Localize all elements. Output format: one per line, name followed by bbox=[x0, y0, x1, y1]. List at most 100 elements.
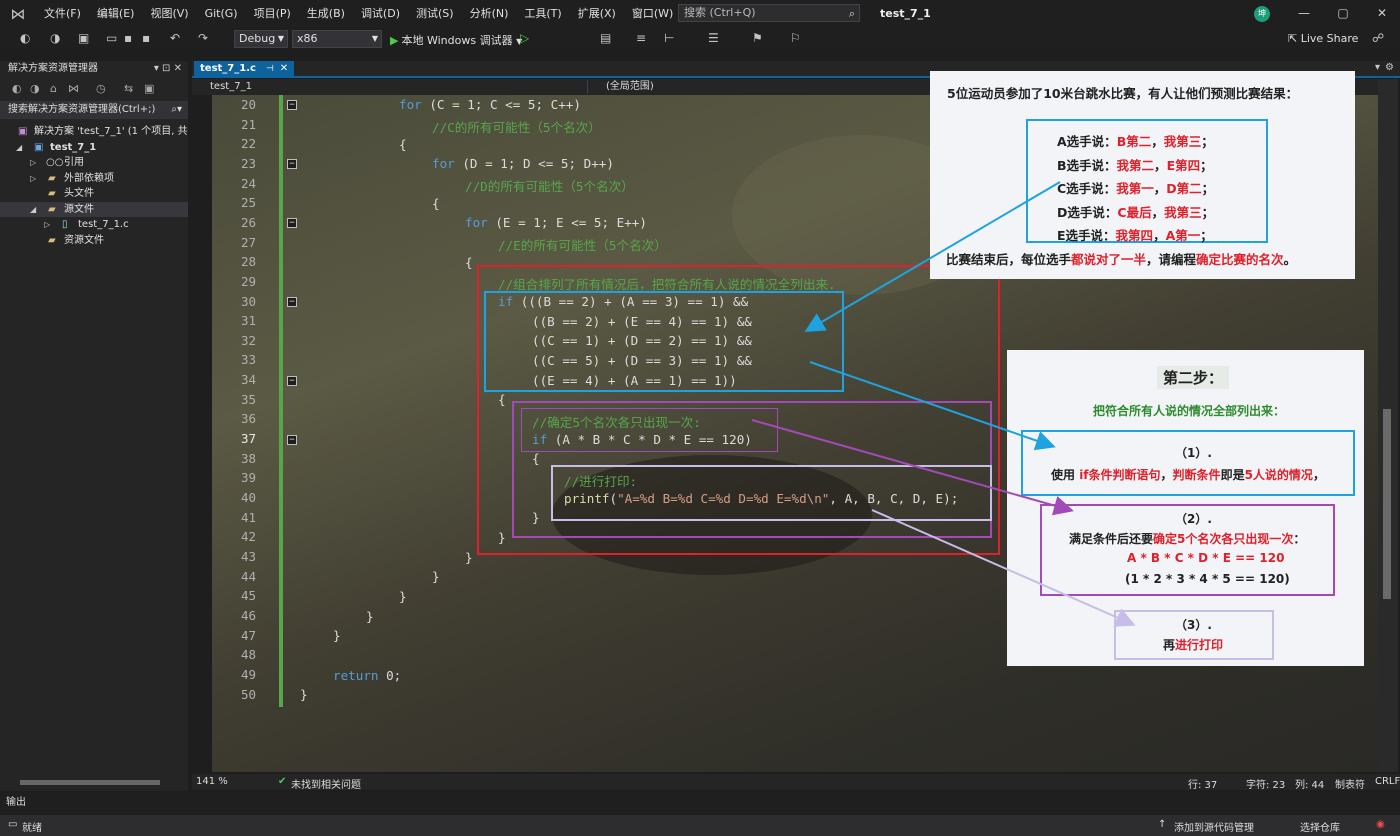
code-line-43[interactable]: } bbox=[465, 550, 473, 565]
code-line-24[interactable]: //D的所有可能性（5个名次） bbox=[465, 176, 634, 195]
pin-icon[interactable]: ⊣ bbox=[266, 64, 274, 74]
save-icon[interactable]: ▪ bbox=[124, 31, 132, 45]
code-line-28[interactable]: { bbox=[465, 255, 473, 270]
zoom-level[interactable]: 141 % bbox=[196, 776, 228, 787]
problem-panel: 5位运动员参加了10米台跳水比赛，有人让他们预测比赛结果： A选手说：B第二，我… bbox=[930, 71, 1355, 279]
redo-icon[interactable]: ↷ bbox=[198, 31, 208, 45]
fold-toggle[interactable]: − bbox=[287, 376, 297, 386]
platform-select[interactable]: x86 ▼ bbox=[292, 30, 382, 48]
menu-analyze[interactable]: 分析(N) bbox=[462, 0, 517, 28]
menu-debug[interactable]: 调试(D) bbox=[353, 0, 408, 28]
maximize-icon[interactable]: ▢ bbox=[1335, 6, 1351, 20]
close-icon[interactable]: ✕ bbox=[1374, 6, 1390, 20]
feedback-icon[interactable]: ☍ bbox=[1372, 31, 1384, 45]
gear-icon[interactable]: ⚙ bbox=[1385, 62, 1394, 73]
config-select[interactable]: Debug ▼ bbox=[234, 30, 288, 48]
menu-project[interactable]: 项目(P) bbox=[246, 0, 299, 28]
history-icon[interactable]: ◷ bbox=[96, 82, 106, 95]
tree-item-external-deps[interactable]: ▷ ▰ 外部依赖项 bbox=[0, 171, 188, 187]
forward-icon[interactable]: ◑ bbox=[30, 82, 40, 95]
start-debugging-button[interactable]: ▶ 本地 Windows 调试器 ▼ bbox=[390, 32, 522, 48]
fold-toggle[interactable]: − bbox=[287, 100, 297, 110]
vs-icon[interactable]: ⋈ bbox=[68, 82, 79, 95]
tree-item-source-file[interactable]: ▷ ▯ test_7_1.c bbox=[0, 217, 188, 233]
menu-window[interactable]: 窗口(W) bbox=[624, 0, 681, 28]
tabs-indicator[interactable]: 制表符 bbox=[1335, 776, 1365, 791]
avatar[interactable]: 坤 bbox=[1254, 6, 1270, 22]
code-line-27[interactable]: //E的所有可能性（5个名次） bbox=[498, 235, 667, 254]
code-line-25[interactable]: { bbox=[432, 196, 440, 211]
comment-icon[interactable]: ☰ bbox=[708, 31, 719, 45]
step-1-box bbox=[1021, 430, 1355, 496]
panel-controls-icon[interactable]: ▾ ⊡ ✕ bbox=[154, 61, 182, 77]
code-line-22[interactable]: { bbox=[399, 137, 407, 152]
live-share-button[interactable]: ⇱ Live Share bbox=[1288, 32, 1358, 45]
search-input[interactable]: 搜索 (Ctrl+Q) ⌕ bbox=[678, 4, 860, 22]
select-repo-button[interactable]: 选择仓库 bbox=[1300, 819, 1340, 834]
browse-icon[interactable]: ▤ bbox=[600, 31, 611, 45]
home-icon[interactable]: ⌂ bbox=[50, 82, 57, 95]
code-line-47[interactable]: } bbox=[333, 628, 341, 643]
notification-icon[interactable]: ◉ bbox=[1376, 819, 1385, 830]
tab-test-7-1-c[interactable]: test_7_1.c ⊣ ✕ bbox=[194, 61, 295, 76]
collapse-icon[interactable]: ▣ bbox=[144, 82, 154, 95]
code-line-20[interactable]: for (C = 1; C <= 5; C++) bbox=[399, 97, 581, 112]
sync-icon[interactable]: ⇆ bbox=[124, 82, 133, 95]
line-number: 48 bbox=[240, 647, 256, 663]
back-icon[interactable]: ◐ bbox=[12, 82, 22, 95]
fold-toggle[interactable]: − bbox=[287, 297, 297, 307]
horizontal-scrollbar[interactable] bbox=[6, 777, 182, 787]
code-line-26[interactable]: for (E = 1; E <= 5; E++) bbox=[465, 215, 647, 230]
save-all-icon[interactable]: ▪ bbox=[142, 31, 150, 45]
code-line-44[interactable]: } bbox=[432, 569, 440, 584]
forward-icon[interactable]: ◑ bbox=[50, 31, 60, 45]
menu-test[interactable]: 测试(S) bbox=[408, 0, 462, 28]
solution-search-input[interactable]: 搜索解决方案资源管理器(Ctrl+;) ⌕▾ bbox=[0, 101, 188, 119]
project-nav-select[interactable]: test_7_1 bbox=[192, 80, 588, 94]
close-tab-icon[interactable]: ✕ bbox=[280, 63, 288, 74]
menu-view[interactable]: 视图(V) bbox=[142, 0, 196, 28]
undo-icon[interactable]: ↶ bbox=[170, 31, 180, 45]
code-line-45[interactable]: } bbox=[399, 589, 407, 604]
scrollbar-thumb[interactable] bbox=[1383, 409, 1391, 599]
minimize-icon[interactable]: — bbox=[1296, 6, 1312, 20]
new-project-icon[interactable]: ▣ bbox=[78, 31, 89, 45]
open-folder-icon[interactable]: ▭ bbox=[106, 31, 117, 45]
tree-item-solution[interactable]: ▣ 解决方案 'test_7_1' (1 个项目, 共 bbox=[0, 124, 188, 140]
code-line-46[interactable]: } bbox=[366, 609, 374, 624]
scope-nav-select[interactable]: (全局范围) bbox=[588, 80, 982, 94]
fold-toggle[interactable]: − bbox=[287, 435, 297, 445]
tab-overflow-icon[interactable]: ▾ bbox=[1375, 62, 1380, 73]
output-panel-header[interactable]: 输出 bbox=[0, 792, 1400, 814]
menu-git[interactable]: Git(G) bbox=[197, 0, 246, 28]
tree-item-project[interactable]: ◢ ▣ test_7_1 bbox=[0, 140, 188, 156]
tree-item-references[interactable]: ▷ ○○ 引用 bbox=[0, 155, 188, 171]
code-line-49[interactable]: return 0; bbox=[333, 668, 401, 683]
add-source-control-button[interactable]: 添加到源代码管理 bbox=[1174, 819, 1254, 834]
menu-tools[interactable]: 工具(T) bbox=[516, 0, 569, 28]
scrollbar-thumb[interactable] bbox=[20, 780, 160, 785]
bookmark-icon[interactable]: ⚑ bbox=[752, 31, 763, 45]
menu-file[interactable]: 文件(F) bbox=[36, 0, 89, 28]
issues-status[interactable]: 未找到相关问题 bbox=[291, 776, 361, 791]
code-line-23[interactable]: for (D = 1; D <= 5; D++) bbox=[432, 156, 614, 171]
format-icon[interactable]: ≡ bbox=[636, 31, 646, 45]
tree-item-resource-files[interactable]: ▰ 资源文件 bbox=[0, 233, 188, 249]
menu-extensions[interactable]: 扩展(X) bbox=[570, 0, 624, 28]
title-bar: ⋈ 文件(F) 编辑(E) 视图(V) Git(G) 项目(P) 生成(B) 调… bbox=[0, 0, 1400, 28]
bookmark-prev-icon[interactable]: ⚐ bbox=[790, 31, 801, 45]
start-without-debugging-icon[interactable]: ▷ bbox=[520, 31, 529, 45]
fold-toggle[interactable]: − bbox=[287, 159, 297, 169]
tree-item-source-files[interactable]: ◢ ▰ 源文件 bbox=[0, 201, 188, 217]
code-line-21[interactable]: //C的所有可能性（5个名次） bbox=[432, 117, 601, 136]
step-icon[interactable]: ⊢ bbox=[664, 31, 674, 45]
line-number: 50 bbox=[240, 686, 256, 702]
tree-item-header-files[interactable]: ▰ 头文件 bbox=[0, 186, 188, 202]
menu-edit[interactable]: 编辑(E) bbox=[89, 0, 143, 28]
back-icon[interactable]: ◐ bbox=[20, 31, 30, 45]
menu-build[interactable]: 生成(B) bbox=[299, 0, 353, 28]
eol-indicator[interactable]: CRLF bbox=[1375, 776, 1400, 787]
code-line-50[interactable]: } bbox=[300, 687, 308, 702]
vertical-scrollbar[interactable] bbox=[1378, 79, 1398, 772]
fold-toggle[interactable]: − bbox=[287, 218, 297, 228]
